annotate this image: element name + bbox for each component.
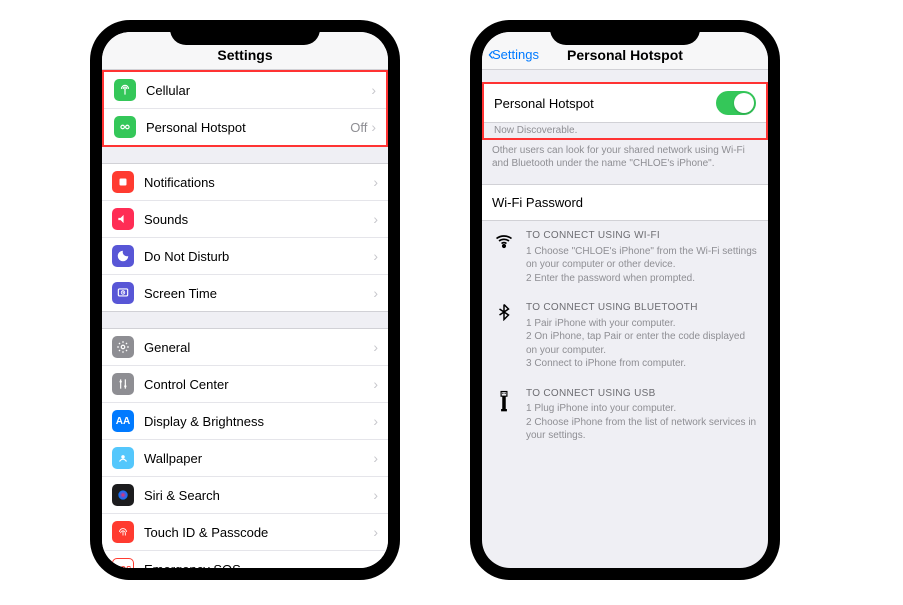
hotspot-toggle[interactable] (716, 91, 756, 115)
row-label: Touch ID & Passcode (144, 525, 373, 540)
row-screen-time[interactable]: Screen Time› (102, 274, 388, 311)
wallpaper-icon (112, 447, 134, 469)
chevron-right-icon: › (373, 487, 378, 503)
hotspot-screen: ‹ Settings Personal Hotspot Personal Hot… (482, 32, 768, 568)
chevron-right-icon: › (371, 119, 376, 135)
row-display-brightness[interactable]: AA Display & Brightness› (102, 402, 388, 439)
row-general[interactable]: General› (102, 329, 388, 365)
phone-settings: Settings Cellular › Personal Hotspot Off… (90, 20, 400, 580)
page-title: Personal Hotspot (567, 47, 683, 63)
instruction-line: 1 Choose "CHLOE's iPhone" from the Wi-Fi… (526, 245, 758, 272)
instruction-text: TO CONNECT USING USB1 Plug iPhone into y… (526, 387, 758, 443)
chevron-right-icon: › (371, 82, 376, 98)
row-control-center[interactable]: Control Center› (102, 365, 388, 402)
chevron-right-icon: › (373, 174, 378, 190)
row-label: Cellular (146, 83, 371, 98)
bluetooth-icon (492, 301, 516, 371)
instruction-section: TO CONNECT USING BLUETOOTH 1 Pair iPhone … (482, 293, 768, 379)
hotspot-icon (114, 116, 136, 138)
back-button[interactable]: ‹ Settings (488, 45, 539, 63)
row-do-not-disturb[interactable]: Do Not Disturb› (102, 237, 388, 274)
instruction-line: 1 Plug iPhone into your computer. (526, 402, 758, 416)
page-title: Settings (217, 47, 272, 63)
row-value: Off (350, 120, 367, 135)
toggle-group: Personal Hotspot (484, 84, 766, 123)
chevron-right-icon: › (373, 211, 378, 227)
display-icon: AA (112, 410, 134, 432)
row-label: Sounds (144, 212, 373, 227)
screentime-icon (112, 282, 134, 304)
row-cellular[interactable]: Cellular › (104, 72, 386, 108)
row-touch-id-passcode[interactable]: Touch ID & Passcode› (102, 513, 388, 550)
row-label: Notifications (144, 175, 373, 190)
row-label: Screen Time (144, 286, 373, 301)
group-2: Notifications›Sounds›Do Not Disturb›Scre… (102, 163, 388, 312)
row-label: Siri & Search (144, 488, 373, 503)
instruction-line: 3 Connect to iPhone from computer. (526, 357, 758, 371)
footer-note: Other users can look for your shared net… (482, 140, 768, 170)
row-label: Wallpaper (144, 451, 373, 466)
control-center-icon (112, 373, 134, 395)
general-icon (112, 336, 134, 358)
cellular-icon (114, 79, 136, 101)
row-label: Display & Brightness (144, 414, 373, 429)
wifi-icon (492, 229, 516, 285)
row-siri-search[interactable]: Siri & Search› (102, 476, 388, 513)
settings-screen: Settings Cellular › Personal Hotspot Off… (102, 32, 388, 568)
row-label: Personal Hotspot (494, 96, 716, 111)
chevron-right-icon: › (373, 376, 378, 392)
phone-hotspot: ‹ Settings Personal Hotspot Personal Hot… (470, 20, 780, 580)
back-label: Settings (492, 47, 539, 62)
instruction-text: TO CONNECT USING BLUETOOTH 1 Pair iPhone … (526, 301, 758, 371)
chevron-right-icon: › (373, 339, 378, 355)
chevron-right-icon: › (373, 248, 378, 264)
instruction-line: 1 Pair iPhone with your computer. (526, 317, 758, 331)
notifications-icon (112, 171, 134, 193)
row-label: Control Center (144, 377, 373, 392)
instruction-title: TO CONNECT USING USB (526, 387, 758, 401)
instruction-line: 2 On iPhone, tap Pair or enter the code … (526, 330, 758, 357)
usb-icon (492, 387, 516, 443)
chevron-right-icon: › (373, 413, 378, 429)
row-emergency-sos[interactable]: SOS Emergency SOS› (102, 550, 388, 568)
row-hotspot-toggle[interactable]: Personal Hotspot (484, 84, 766, 122)
row-wifi-password[interactable]: Wi-Fi Password (482, 184, 768, 221)
notch (170, 20, 320, 45)
row-label: Emergency SOS (144, 562, 373, 569)
highlight-wrapper: Personal Hotspot Now Discoverable. (482, 84, 768, 140)
row-label: Personal Hotspot (146, 120, 350, 135)
notch (550, 20, 700, 45)
instruction-section: TO CONNECT USING USB1 Plug iPhone into y… (482, 379, 768, 451)
sounds-icon (112, 208, 134, 230)
chevron-right-icon: › (373, 450, 378, 466)
instruction-line: 2 Choose iPhone from the list of network… (526, 416, 758, 443)
chevron-right-icon: › (373, 524, 378, 540)
instruction-line: 2 Enter the password when prompted. (526, 272, 758, 286)
row-hotspot[interactable]: Personal Hotspot Off › (104, 108, 386, 145)
instruction-text: TO CONNECT USING WI-FI 1 Choose "CHLOE's … (526, 229, 758, 285)
chevron-right-icon: › (373, 285, 378, 301)
instructions: TO CONNECT USING WI-FI 1 Choose "CHLOE's … (482, 221, 768, 451)
row-label: Do Not Disturb (144, 249, 373, 264)
row-notifications[interactable]: Notifications› (102, 164, 388, 200)
group-3: General›Control Center›AADisplay & Brigh… (102, 328, 388, 568)
row-wallpaper[interactable]: Wallpaper› (102, 439, 388, 476)
discoverable-text: Now Discoverable. (484, 123, 766, 138)
instruction-title: TO CONNECT USING WI-FI (526, 229, 758, 243)
chevron-right-icon: › (373, 561, 378, 568)
siri-icon (112, 484, 134, 506)
instruction-title: TO CONNECT USING BLUETOOTH (526, 301, 758, 315)
row-label: Wi-Fi Password (492, 195, 583, 210)
sos-icon: SOS (112, 558, 134, 568)
row-sounds[interactable]: Sounds› (102, 200, 388, 237)
dnd-icon (112, 245, 134, 267)
touchid-icon (112, 521, 134, 543)
instruction-section: TO CONNECT USING WI-FI 1 Choose "CHLOE's … (482, 221, 768, 293)
group-highlighted: Cellular › Personal Hotspot Off › (102, 70, 388, 147)
row-label: General (144, 340, 373, 355)
